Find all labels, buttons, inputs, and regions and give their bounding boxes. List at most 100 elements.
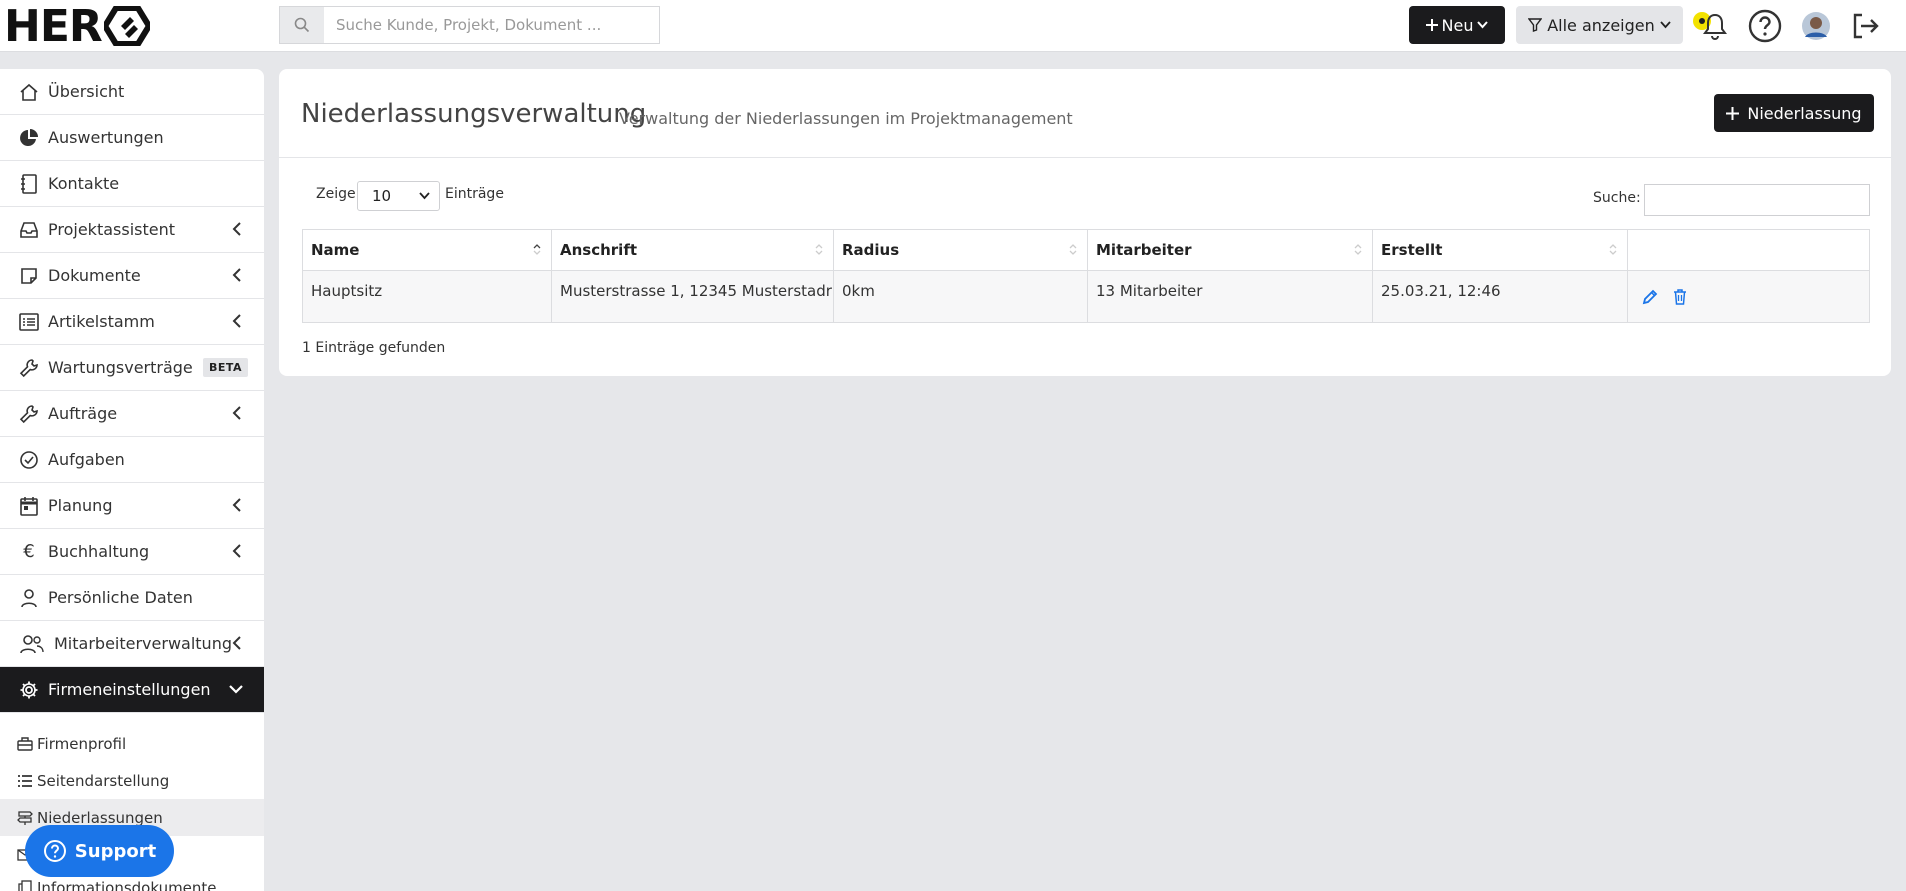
sidebar-subitem-label: Informationsdokumente [37,879,217,891]
cell-actions [1627,270,1870,323]
sidebar-item-auftraege[interactable]: Aufträge [0,391,264,437]
filter-button[interactable]: Alle anzeigen [1516,6,1683,44]
table-row[interactable]: Hauptsitz Musterstrasse 1, 12345 Musters… [302,270,1870,323]
sidebar-item-artikelstamm[interactable]: Artikelstamm [0,299,264,345]
table-header-row: Name Anschrift Radius Mitarbeiter Erstel… [302,229,1870,271]
length-suffix: Einträge [445,186,504,202]
sidebar-item-dokumente[interactable]: Dokumente [0,253,264,299]
users-icon [18,633,46,655]
inbox-icon [18,219,40,241]
sidebar-item-uebersicht[interactable]: Übersicht [0,69,264,115]
calendar-icon [18,495,40,517]
sort-icon [815,244,823,255]
chevron-down-icon [229,685,243,694]
card-header: Niederlassungsverwaltung Verwaltung der … [279,69,1891,158]
sort-icon [1609,244,1617,255]
sidebar-item-buchhaltung[interactable]: € Buchhaltung [0,529,264,575]
help-icon[interactable] [1747,8,1783,44]
sidebar-item-label: Persönliche Daten [48,588,193,607]
bell-icon[interactable] [1697,8,1733,44]
check-circle-icon [18,449,40,471]
sidebar-item-label: Planung [48,496,113,515]
user-icon [18,587,40,609]
wrench-icon [18,403,40,425]
wrench-icon [18,357,40,379]
chevron-left-icon [232,222,241,236]
sidebar-item-label: Mitarbeiterverwaltung [54,634,232,653]
entries-found: 1 Einträge gefunden [302,340,446,356]
cell-address: Musterstrasse 1, 12345 Musterstadr [551,270,834,323]
logo[interactable]: HER [4,1,150,52]
logout-icon[interactable] [1847,8,1883,44]
column-label: Mitarbeiter [1096,241,1192,259]
page-length-select[interactable]: 10 [357,181,440,211]
page-length-value: 10 [372,187,392,205]
new-button-label: Neu [1441,15,1474,35]
trash-icon[interactable] [1673,289,1687,309]
sidebar-item-projektassistent[interactable]: Projektassistent [0,207,264,253]
sidebar-subitem-label: Seitendarstellung [37,771,170,790]
gear-icon [18,679,40,701]
column-header-anschrift[interactable]: Anschrift [551,229,834,271]
document-icon [18,265,40,287]
beta-badge: BETA [202,358,248,377]
list-icon [17,773,33,789]
sidebar-item-label: Wartungsverträge [48,358,193,377]
sort-icon [1354,244,1362,255]
address-book-icon [18,173,40,195]
sidebar-item-persoenliche-daten[interactable]: Persönliche Daten [0,575,264,621]
sidebar-item-label: Übersicht [48,82,125,101]
cell-created: 25.03.21, 12:46 [1372,270,1628,323]
chevron-down-icon [419,192,430,200]
search-input[interactable] [324,7,659,43]
sidebar-item-firmeneinstellungen[interactable]: Firmeneinstellungen [0,667,264,713]
plus-icon [1425,19,1438,31]
column-header-radius[interactable]: Radius [833,229,1088,271]
support-button[interactable]: Support [25,825,174,877]
chevron-left-icon [232,544,241,558]
sidebar-item-planung[interactable]: Planung [0,483,264,529]
help-icon [43,840,66,862]
sidebar-item-label: Dokumente [48,266,141,285]
sidebar-item-auswertungen[interactable]: Auswertungen [0,115,264,161]
filter-button-label: Alle anzeigen [1547,15,1655,35]
list-icon [18,311,40,333]
sidebar-item-mitarbeiterverwaltung[interactable]: Mitarbeiterverwaltung [0,621,264,667]
length-prefix: Zeige [316,186,356,202]
sort-icon [1069,244,1077,255]
sidebar-item-label: Aufträge [48,404,118,423]
sidebar-item-label: Kontakte [48,174,120,193]
plus-icon [1726,106,1740,120]
sidebar-subitem-seitendarstellung[interactable]: Seitendarstellung [0,762,264,799]
column-label: Name [311,241,360,259]
column-header-erstellt[interactable]: Erstellt [1372,229,1628,271]
column-header-name[interactable]: Name [302,229,552,271]
home-icon [18,81,40,103]
sidebar-subitem-firmenprofil[interactable]: Firmenprofil [0,725,264,762]
sidebar-item-wartungsvertraege[interactable]: Wartungsverträge BETA [0,345,264,391]
page-subtitle: Verwaltung der Niederlassungen im Projek… [619,109,1073,128]
edit-icon[interactable] [1642,289,1658,309]
column-header-mitarbeiter[interactable]: Mitarbeiter [1087,229,1373,271]
chevron-left-icon [232,268,241,282]
column-header-actions [1627,229,1870,271]
table-search-label: Suche: [1593,190,1641,206]
table-search-input[interactable] [1644,184,1870,216]
search-icon[interactable] [280,7,324,43]
sidebar-item-kontakte[interactable]: Kontakte [0,161,264,207]
sidebar-subitem-label: Firmenprofil [37,734,127,753]
avatar[interactable] [1798,8,1834,44]
add-button-label: Niederlassung [1747,103,1862,123]
add-niederlassung-button[interactable]: Niederlassung [1714,94,1874,132]
column-label: Anschrift [560,241,638,259]
sidebar: Übersicht Auswertungen Kontakte Projekta… [0,69,264,891]
support-button-label: Support [74,840,157,862]
page-title: Niederlassungsverwaltung [301,99,647,129]
sidebar-item-label: Auswertungen [48,128,164,147]
cell-radius: 0km [833,270,1088,323]
column-label: Radius [842,241,900,259]
new-button[interactable]: Neu [1409,6,1505,44]
sidebar-item-aufgaben[interactable]: Aufgaben [0,437,264,483]
chevron-down-icon [1477,21,1489,29]
sidebar-item-label: Projektassistent [48,220,175,239]
